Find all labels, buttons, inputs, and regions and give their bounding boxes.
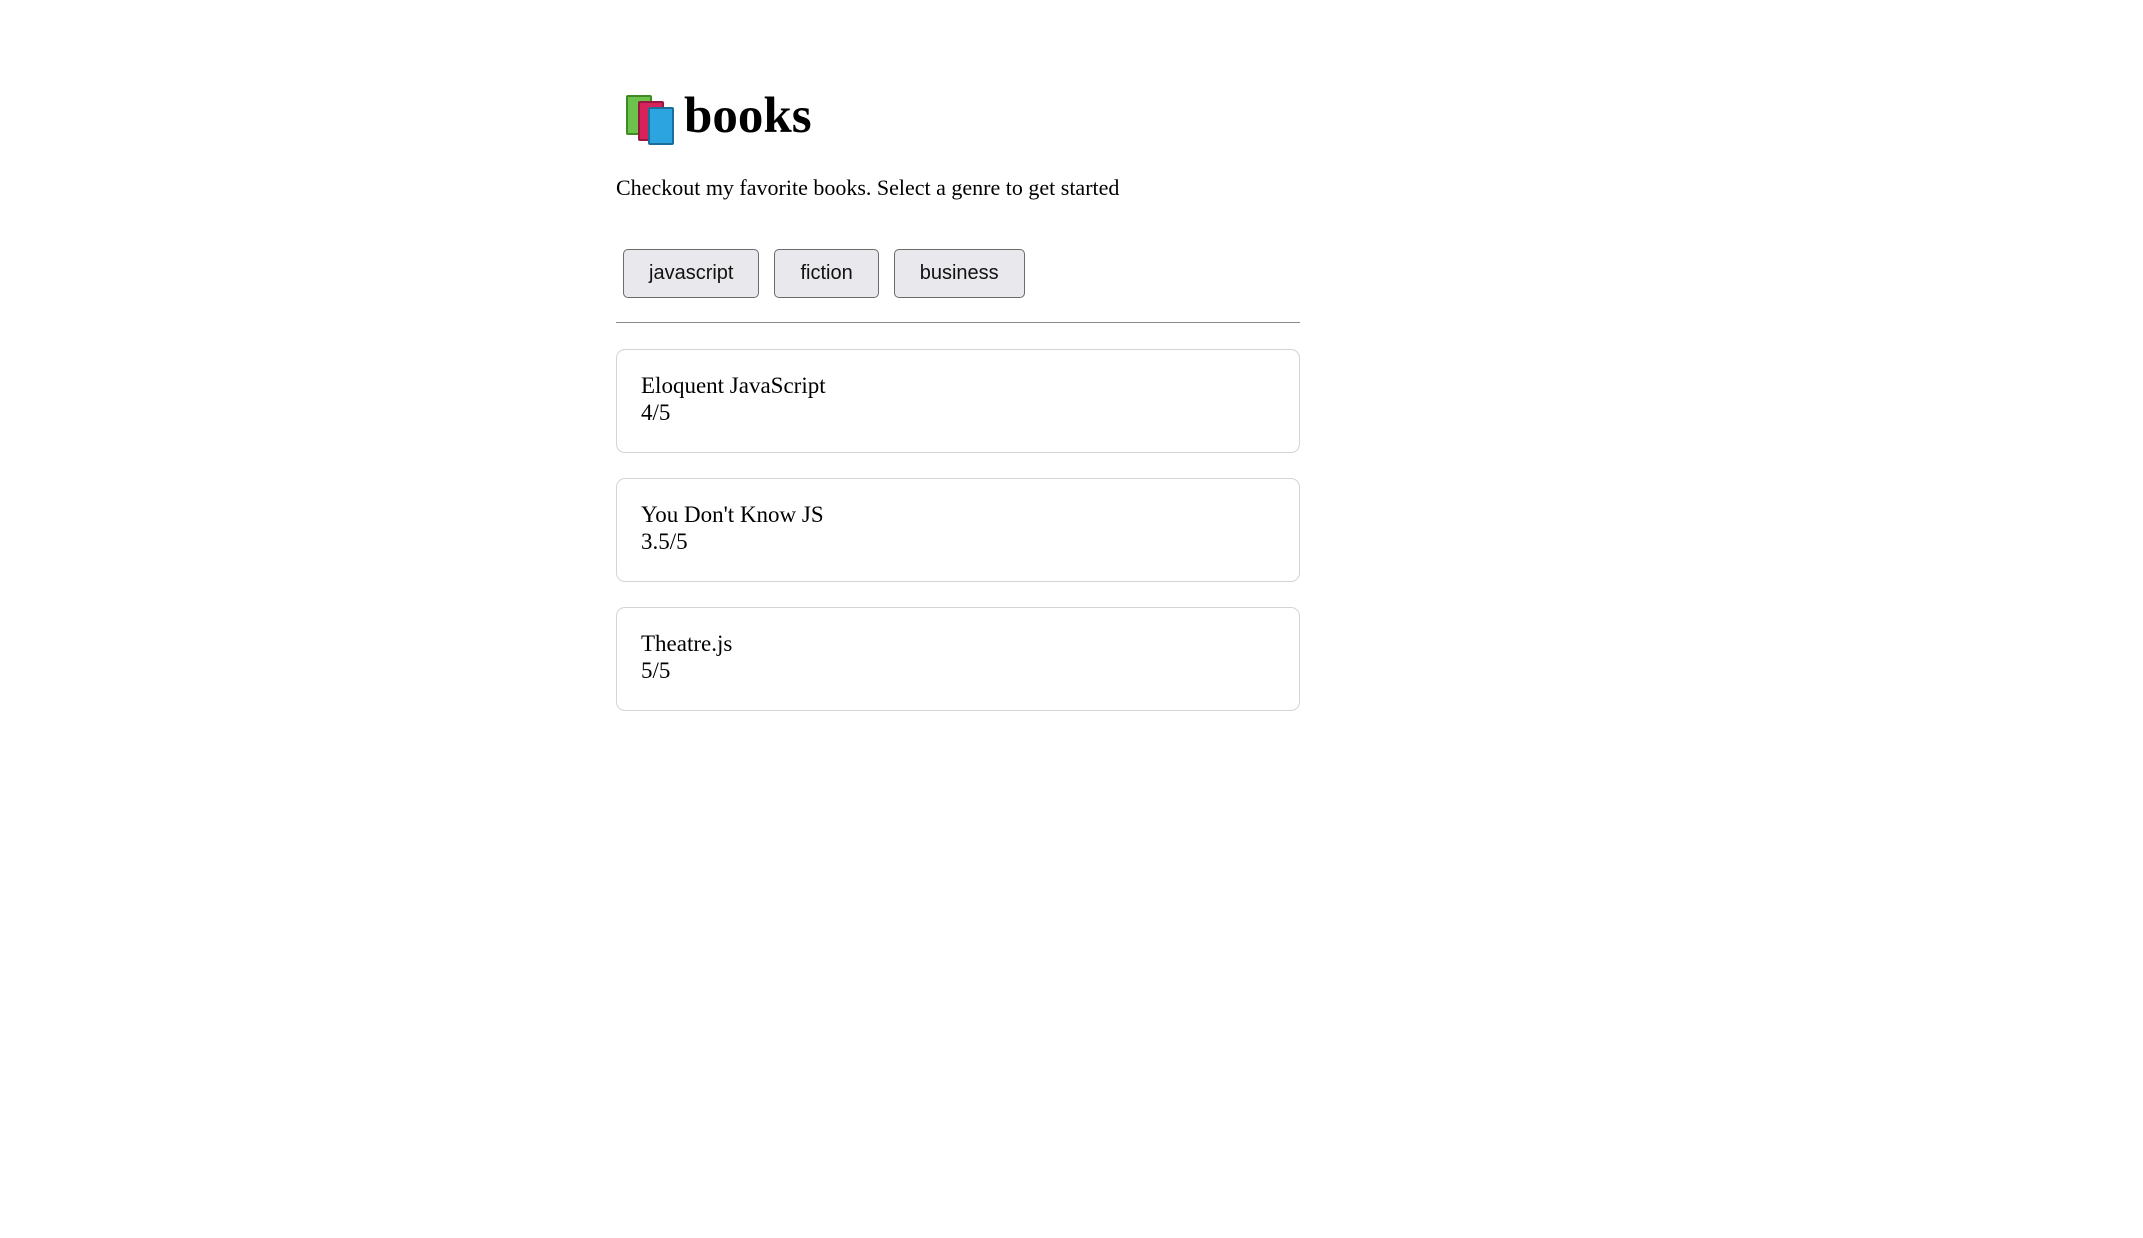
genre-button-fiction[interactable]: fiction <box>774 249 879 298</box>
book-rating: 3.5/5 <box>641 529 688 554</box>
book-rating: 4/5 <box>641 400 671 425</box>
intro-text: Checkout my favorite books. Select a gen… <box>616 175 1120 200</box>
divider <box>616 322 1300 323</box>
genre-button-javascript[interactable]: javascript <box>623 249 760 298</box>
page-title: books <box>684 88 812 144</box>
page-header: books <box>622 88 812 145</box>
book-name: Theatre.js <box>641 631 733 656</box>
genre-buttons: javascript fiction business <box>623 249 1025 298</box>
book-card: You Don't Know JS 3.5/5 <box>616 478 1300 582</box>
book-card: Theatre.js 5/5 <box>616 607 1300 711</box>
book-name: You Don't Know JS <box>641 502 824 527</box>
genre-button-business[interactable]: business <box>893 249 1025 298</box>
book-card: Eloquent JavaScript 4/5 <box>616 349 1300 453</box>
book-name: Eloquent JavaScript <box>641 373 826 398</box>
book-rating: 5/5 <box>641 658 671 683</box>
book-list: Eloquent JavaScript 4/5 You Don't Know J… <box>616 349 1300 736</box>
books-icon <box>622 91 674 145</box>
